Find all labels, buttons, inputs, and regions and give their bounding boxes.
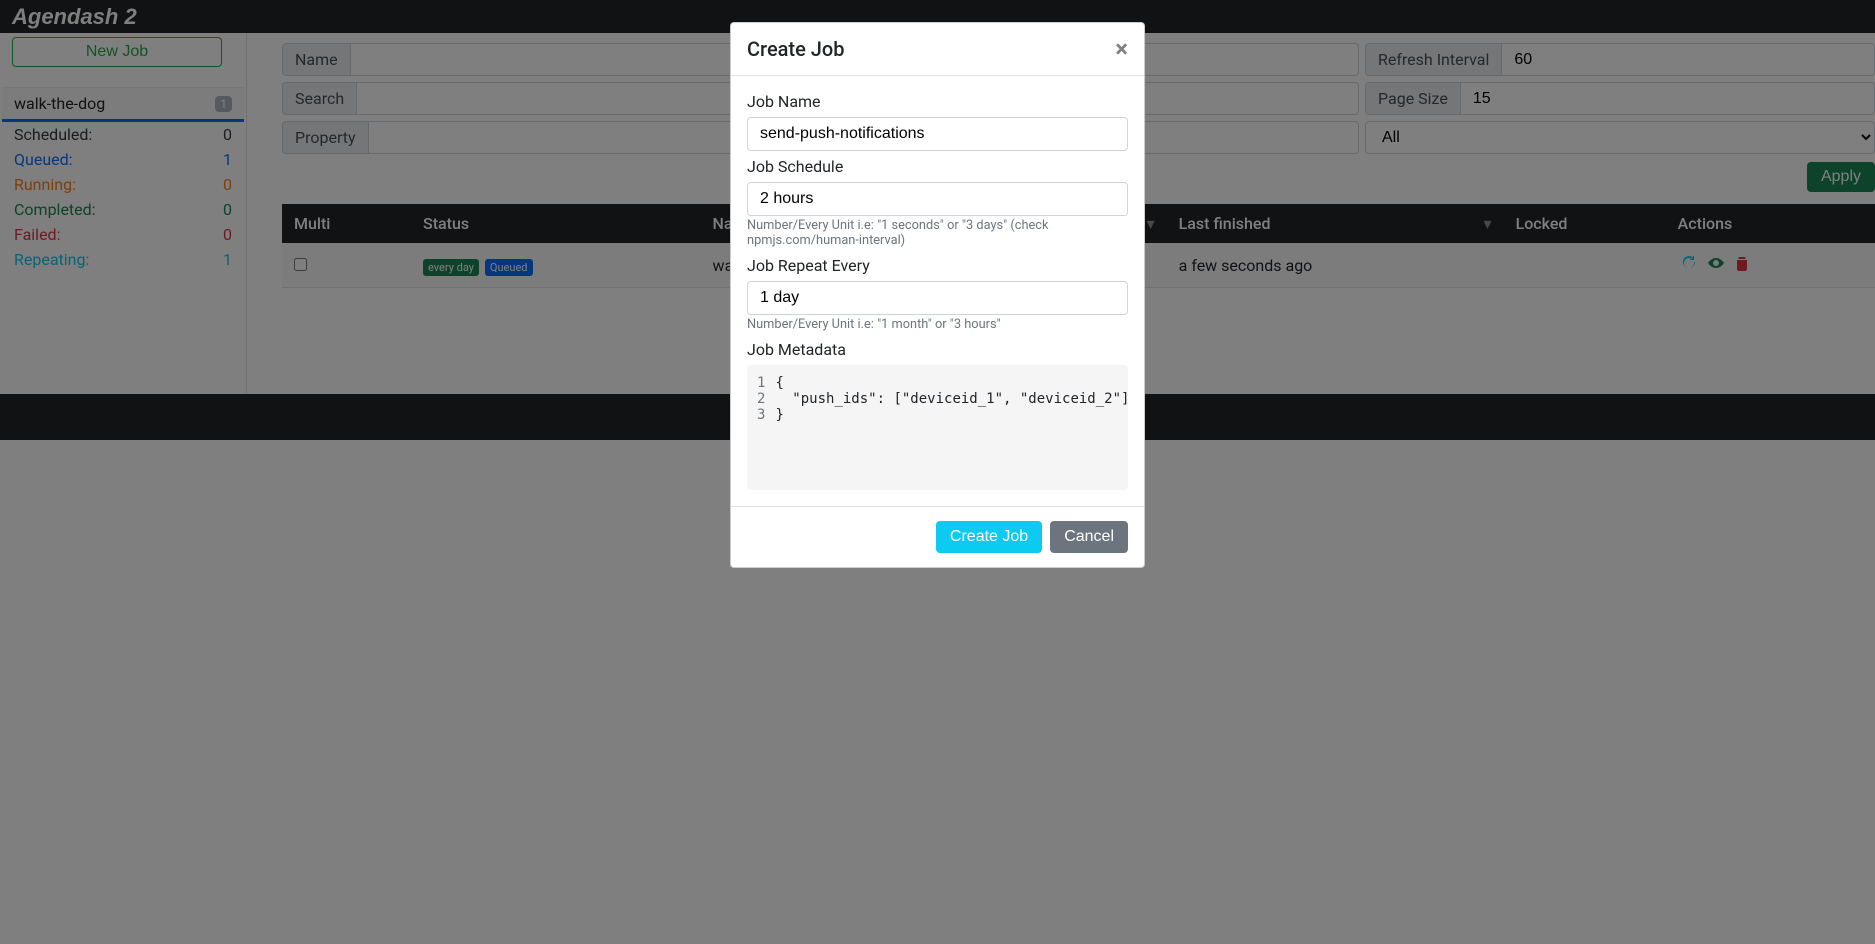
cancel-button[interactable]: Cancel [1050, 521, 1128, 553]
create-job-button[interactable]: Create Job [936, 521, 1042, 553]
repeat-hint: Number/Every Unit i.e: "1 month" or "3 h… [747, 317, 1128, 332]
job-name-input[interactable] [747, 117, 1128, 151]
repeat-label: Job Repeat Every [747, 256, 1128, 275]
metadata-label: Job Metadata [747, 340, 1128, 359]
create-job-modal: Create Job × Job Name Job Schedule Numbe… [730, 22, 1145, 568]
code-gutter: 123 [757, 375, 775, 480]
metadata-editor[interactable]: 123 { "push_ids": ["deviceid_1", "device… [747, 365, 1128, 490]
schedule-hint: Number/Every Unit i.e: "1 seconds" or "3… [747, 218, 1128, 248]
schedule-input[interactable] [747, 182, 1128, 216]
modal-title: Create Job [747, 37, 844, 61]
modal-overlay[interactable]: Create Job × Job Name Job Schedule Numbe… [0, 0, 1875, 944]
job-name-label: Job Name [747, 92, 1128, 111]
schedule-label: Job Schedule [747, 157, 1128, 176]
repeat-input[interactable] [747, 281, 1128, 315]
close-icon[interactable]: × [1115, 37, 1128, 61]
code-content[interactable]: { "push_ids": ["deviceid_1", "deviceid_2… [775, 375, 1129, 480]
